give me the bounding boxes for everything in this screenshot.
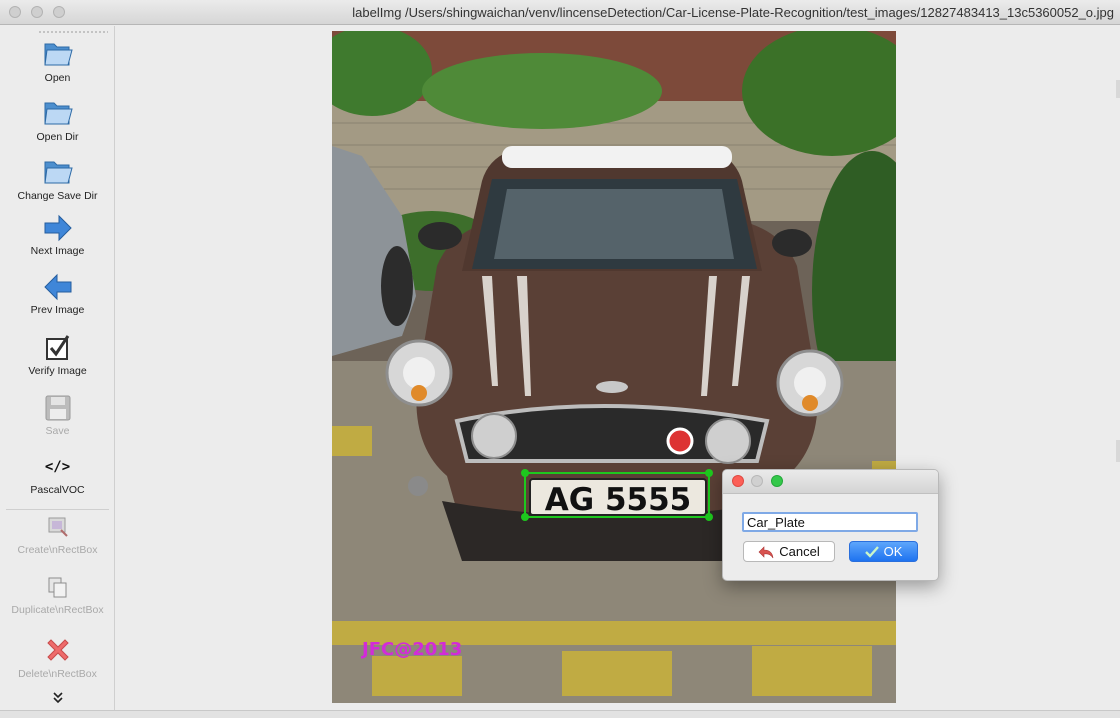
cancel-label: Cancel [779, 544, 820, 559]
label-dialog: Cancel OK [722, 469, 939, 581]
next-image-button[interactable]: Next Image [0, 213, 115, 257]
checkmark-icon [864, 545, 879, 558]
open-dir-button[interactable]: Open Dir [0, 95, 115, 143]
duplicate-rectbox-label: Duplicate\nRectBox [11, 604, 104, 616]
open-label: Open [44, 72, 71, 84]
ok-label: OK [883, 544, 903, 559]
close-window-button[interactable] [9, 6, 21, 18]
change-save-dir-button[interactable]: Change Save Dir [0, 154, 115, 202]
label-input[interactable] [742, 512, 918, 532]
folder-icon [43, 102, 73, 125]
pascalvoc-label: PascalVOC [30, 484, 85, 496]
watermark-text: JFC@2013 [360, 639, 462, 660]
pascalvoc-button[interactable]: </> PascalVOC [0, 456, 115, 496]
car-photo: AG 5555 JFC@2013 [332, 31, 896, 703]
toolbar: Open Open Dir Change Save Dir Next Image… [0, 26, 115, 710]
right-panel-edge [1116, 80, 1120, 98]
folder-icon [43, 161, 73, 184]
plate-text: AG 5555 [545, 482, 692, 518]
dialog-zoom-button[interactable] [771, 475, 783, 487]
cancel-button[interactable]: Cancel [743, 541, 835, 562]
image-canvas[interactable]: AG 5555 JFC@2013 [116, 26, 1120, 710]
open-dir-label: Open Dir [36, 131, 79, 143]
window-title-bar: labelImg /Users/shingwaichan/venv/lincen… [0, 0, 1120, 25]
ok-button[interactable]: OK [849, 541, 918, 562]
dialog-title-bar [723, 470, 938, 494]
next-image-label: Next Image [30, 245, 85, 257]
photo[interactable]: AG 5555 JFC@2013 [332, 31, 896, 703]
arrow-left-icon [43, 273, 71, 301]
save-button[interactable]: Save [0, 393, 115, 437]
change-save-dir-label: Change Save Dir [17, 190, 98, 202]
delete-rectbox-button[interactable]: Delete\nRectBox [0, 634, 115, 680]
checkbox-icon [45, 335, 69, 360]
window-title: labelImg /Users/shingwaichan/venv/lincen… [352, 5, 1114, 20]
verify-image-button[interactable]: Verify Image [0, 333, 115, 377]
double-chevron-down-icon[interactable] [0, 692, 115, 707]
duplicate-icon [48, 577, 66, 598]
duplicate-rectbox-button[interactable]: Duplicate\nRectBox [0, 574, 115, 616]
create-rectbox-button[interactable]: Create\nRectBox [0, 514, 115, 556]
code-icon: </> [44, 459, 71, 475]
delete-rectbox-label: Delete\nRectBox [18, 668, 97, 680]
save-label: Save [45, 425, 70, 437]
toolbar-separator [6, 509, 109, 510]
verify-image-label: Verify Image [28, 365, 87, 377]
arrow-right-icon [44, 214, 72, 242]
undo-arrow-icon [758, 545, 774, 558]
folder-icon [43, 43, 73, 66]
create-rectbox-label: Create\nRectBox [17, 544, 98, 556]
prev-image-button[interactable]: Prev Image [0, 272, 115, 316]
dialog-close-button[interactable] [732, 475, 744, 487]
floppy-disk-icon [45, 395, 70, 421]
dialog-minimize-button[interactable] [751, 475, 763, 487]
prev-image-label: Prev Image [30, 304, 85, 316]
minimize-window-button[interactable] [31, 6, 43, 18]
delete-x-icon [46, 639, 69, 661]
toolbar-grip[interactable] [38, 31, 108, 33]
status-bar [0, 710, 1120, 718]
right-panel-edge [1116, 440, 1120, 462]
open-button[interactable]: Open [0, 36, 115, 84]
create-rect-icon [48, 517, 68, 537]
zoom-window-button[interactable] [53, 6, 65, 18]
